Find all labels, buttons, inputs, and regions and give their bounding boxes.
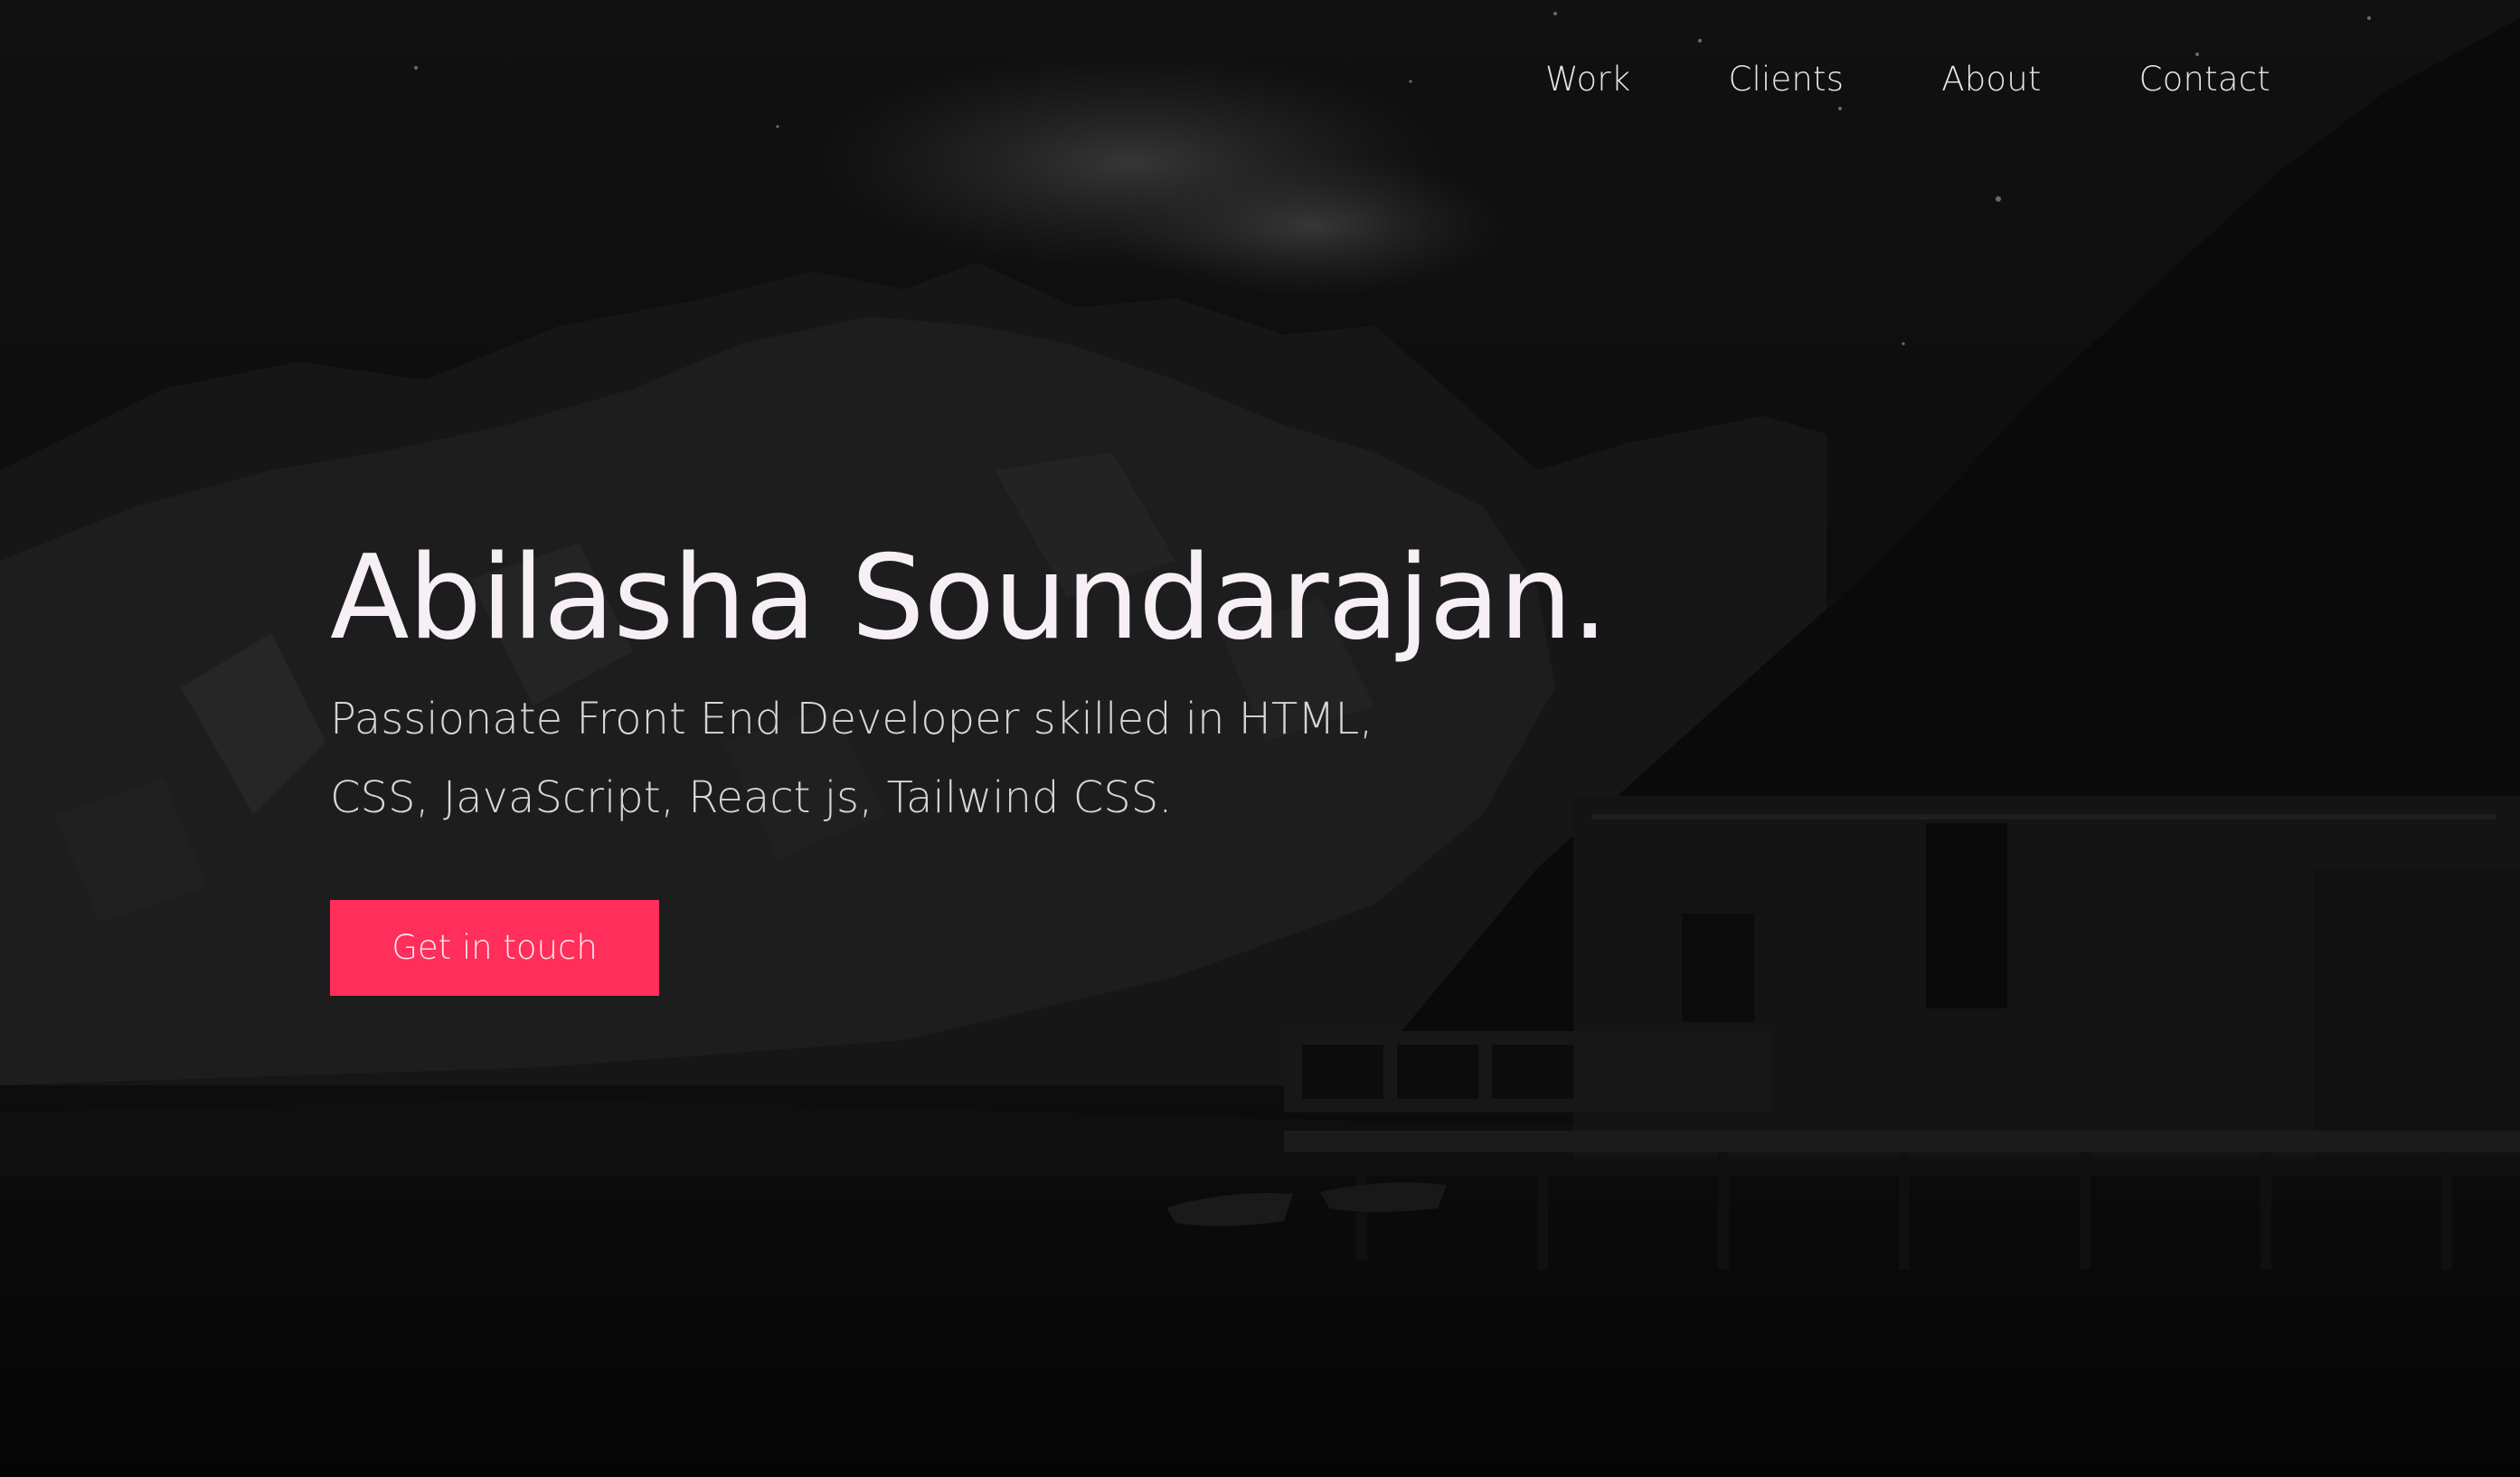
hero-tagline: Passionate Front End Developer skilled i…: [330, 694, 1373, 823]
deck: [1284, 1131, 2520, 1152]
get-in-touch-button[interactable]: Get in touch: [330, 900, 659, 996]
hero-section: Abilasha Soundarajan. Passionate Front E…: [330, 526, 1686, 838]
window: [1682, 914, 1754, 1022]
top-navigation: Work Clients About Contact: [1545, 51, 2270, 109]
nav-link-work[interactable]: Work: [1545, 51, 1631, 109]
hero-page: Work Clients About Contact Abilasha Soun…: [0, 0, 2520, 1477]
cloud: [1112, 154, 1510, 298]
nav-link-about[interactable]: About: [1941, 51, 2041, 109]
window: [1926, 823, 2007, 1008]
hero-name-heading: Abilasha Soundarajan.: [330, 531, 1609, 666]
nav-link-clients[interactable]: Clients: [1728, 51, 1844, 109]
nav-link-contact[interactable]: Contact: [2139, 51, 2270, 109]
